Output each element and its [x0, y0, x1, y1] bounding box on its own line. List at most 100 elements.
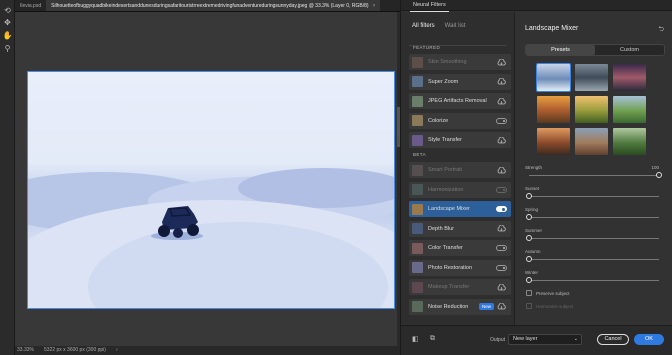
canvas-rotate-icon[interactable]: ⟲ — [2, 5, 13, 16]
slider-label: Sunset — [525, 186, 540, 191]
slider-handle[interactable] — [526, 193, 532, 199]
filter-title: Landscape Mixer — [525, 25, 579, 32]
slider-handle[interactable] — [656, 172, 662, 178]
filter-list-tabs: All filters Wait list — [401, 12, 514, 32]
move-icon[interactable]: ✥ — [2, 17, 13, 28]
slider-handle[interactable] — [526, 256, 532, 262]
filter-item[interactable]: Skin Smoothing — [409, 54, 511, 70]
document-canvas[interactable] — [15, 12, 400, 346]
slider-label: Spring — [525, 207, 539, 212]
panel-footer: ◧ ⧉ Output New layer ⌄ Cancel OK — [401, 325, 672, 355]
cloud-download-icon[interactable] — [497, 78, 506, 85]
slider-handle[interactable] — [526, 235, 532, 241]
filter-toggle[interactable] — [496, 245, 507, 251]
filter-item[interactable]: Smart Portrait — [409, 162, 511, 178]
filter-item[interactable]: Noise Reduction New — [409, 298, 511, 315]
chevron-down-icon: ⌄ — [573, 336, 578, 342]
tab-wait-list[interactable]: Wait list — [445, 23, 466, 32]
slider-track[interactable] — [529, 172, 662, 178]
close-tab-icon[interactable]: × — [373, 0, 376, 11]
cloud-download-icon[interactable] — [497, 225, 506, 232]
cloud-download-icon[interactable] — [497, 136, 506, 144]
filter-item[interactable]: Style Transfer — [409, 132, 511, 148]
filter-label: Noise Reduction — [428, 303, 469, 310]
filter-thumbnail — [412, 164, 423, 176]
preset-thumbnail[interactable] — [613, 64, 646, 91]
info-icon[interactable]: ⮌ — [658, 25, 664, 36]
tool-strip: ⟲ ✥ ✋ ⚲ — [0, 0, 15, 355]
cancel-button[interactable]: Cancel — [597, 334, 629, 345]
filter-item[interactable]: Super Zoom — [409, 73, 511, 90]
cloud-download-icon[interactable] — [497, 58, 506, 66]
document-tabs: Ilevia.psd Silhouetteofbuggyquadbikeinde… — [15, 0, 400, 12]
tab-presets[interactable]: Presets — [526, 45, 595, 55]
compare-icon[interactable]: ◧ — [412, 335, 419, 343]
tab-neural-filters[interactable]: Neural Filters — [410, 0, 449, 12]
filter-thumbnail — [412, 184, 423, 195]
slider-track[interactable] — [526, 214, 659, 220]
checkbox[interactable] — [526, 290, 532, 296]
beta-header: BETA — [413, 152, 427, 157]
featured-header: FEATURED — [413, 45, 441, 50]
layers-icon[interactable]: ⧉ — [430, 335, 435, 343]
slider-label: Winter — [525, 270, 539, 275]
preset-thumbnail[interactable] — [575, 64, 608, 91]
filter-toggle[interactable] — [496, 186, 507, 193]
document-size: 5322 px x 3600 px (300 ppi) — [43, 347, 106, 353]
cloud-download-icon[interactable] — [497, 283, 506, 291]
slider-handle[interactable] — [526, 214, 532, 220]
slider-handle[interactable] — [526, 277, 532, 283]
desert-buggy-photo — [27, 71, 395, 309]
zoom-level[interactable]: 33.33% — [17, 346, 34, 355]
preset-thumbnail[interactable] — [537, 128, 570, 155]
filter-label: Photo Restoration — [428, 264, 473, 271]
status-chevron-icon[interactable]: › — [116, 346, 118, 355]
filter-item[interactable]: Harmonization — [409, 181, 511, 198]
tab-all-filters[interactable]: All filters — [412, 23, 435, 32]
filter-item[interactable]: Photo Restoration — [409, 259, 511, 276]
tab-custom[interactable]: Custom — [595, 45, 664, 55]
filter-label: Landscape Mixer — [428, 206, 470, 212]
filter-item[interactable]: Makeup Transfer — [409, 279, 511, 295]
slider-track[interactable] — [526, 277, 659, 283]
slider-label: Strength — [525, 165, 543, 170]
cloud-download-icon[interactable] — [497, 97, 506, 105]
checkbox-label: Harmonize subject — [536, 304, 574, 309]
slider-track[interactable] — [526, 235, 659, 241]
slider-value[interactable]: 100 — [651, 165, 659, 170]
preset-thumbnail[interactable] — [537, 96, 570, 123]
filter-toggle[interactable] — [496, 206, 507, 212]
checkbox-label: Preserve subject — [536, 291, 570, 296]
filter-label: Style Transfer — [428, 137, 462, 143]
ok-button[interactable]: OK — [634, 334, 664, 345]
filter-toggle[interactable] — [496, 117, 507, 124]
preset-thumbnail[interactable] — [536, 63, 571, 92]
checkbox[interactable] — [526, 303, 532, 309]
slider-track[interactable] — [526, 256, 659, 262]
zoom-icon[interactable]: ⚲ — [2, 43, 13, 54]
output-select[interactable]: New layer ⌄ — [508, 334, 582, 345]
slider-track[interactable] — [526, 193, 659, 199]
cloud-download-icon[interactable] — [497, 303, 506, 310]
preset-thumbnail[interactable] — [575, 128, 608, 155]
filter-settings: Landscape Mixer ⮌ Presets Custom Strengt… — [515, 12, 672, 325]
filter-list: All filters Wait list FEATURED Skin Smoo… — [401, 12, 515, 325]
doc-tab-ilevia[interactable]: Ilevia.psd — [15, 0, 46, 11]
filter-item[interactable]: Depth Blur — [409, 220, 511, 237]
preset-thumbnail[interactable] — [613, 128, 646, 155]
hand-icon[interactable]: ✋ — [2, 30, 13, 41]
doc-tab-active[interactable]: Silhouetteofbuggyquadbikeindesertsanddun… — [46, 0, 381, 11]
filter-item[interactable]: Colorize — [409, 112, 511, 129]
filter-item[interactable]: Landscape Mixer — [409, 201, 511, 217]
new-badge: New — [478, 303, 494, 310]
filter-label: Colorize — [428, 117, 449, 124]
preset-thumbnail[interactable] — [575, 96, 608, 123]
filter-item[interactable]: Color Transfer — [409, 240, 511, 256]
preset-thumbnail[interactable] — [613, 96, 646, 123]
cloud-download-icon[interactable] — [497, 166, 506, 174]
filter-label: JPEG Artifacts Removal — [428, 98, 487, 104]
slider-label: Autumn — [525, 249, 541, 254]
filter-toggle[interactable] — [496, 264, 507, 271]
filter-item[interactable]: JPEG Artifacts Removal — [409, 93, 511, 109]
filter-thumbnail — [412, 203, 423, 215]
